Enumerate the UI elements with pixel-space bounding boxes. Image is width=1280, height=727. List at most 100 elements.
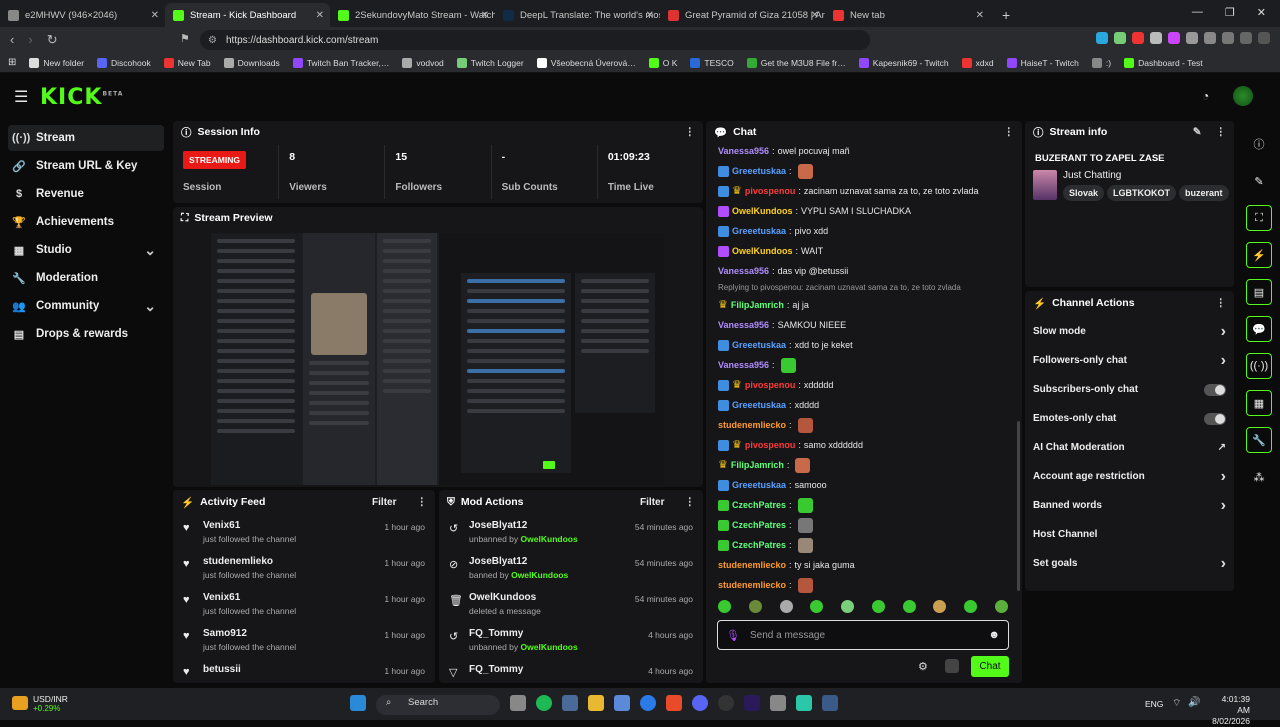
chat-send-button[interactable]: Chat xyxy=(971,656,1009,677)
browser-tab[interactable]: 2SekundovyMato Stream - Watch Li…✕ xyxy=(330,3,495,27)
explorer-icon[interactable] xyxy=(588,695,604,711)
more-menu-icon[interactable]: ⋮ xyxy=(1216,126,1227,138)
extension-icon[interactable] xyxy=(1150,32,1162,44)
chat-username[interactable]: studenemliecko xyxy=(718,415,786,435)
channel-action-slow-mode[interactable]: Slow mode › xyxy=(1025,317,1234,346)
stream-tag[interactable]: buzerant xyxy=(1179,185,1229,201)
layout-icon[interactable]: ▦ xyxy=(1246,390,1272,416)
bookmark-item[interactable]: :) xyxy=(1091,57,1111,68)
chat-tools-icon[interactable] xyxy=(945,659,959,673)
edit-icon[interactable]: ✎ xyxy=(1246,168,1272,194)
activity-username[interactable]: Venix61 xyxy=(203,520,376,531)
chat-username[interactable]: Vanessa956 xyxy=(718,315,769,335)
tab-close-icon[interactable]: ✕ xyxy=(481,10,489,21)
more-menu-icon[interactable]: ⋮ xyxy=(1004,126,1015,138)
chat-username[interactable]: CzechPatres xyxy=(732,495,786,515)
sidebar-item-achievements[interactable]: 🏆 Achievements xyxy=(8,209,164,235)
site-info-icon[interactable]: ⚙ xyxy=(208,35,217,46)
minimize-icon[interactable]: — xyxy=(1192,6,1203,19)
chat-username[interactable]: studenemliecko xyxy=(718,575,786,595)
document-icon[interactable]: ▤ xyxy=(1246,279,1272,305)
url-field[interactable]: ⚙ https://dashboard.kick.com/stream xyxy=(200,30,870,50)
chat-username[interactable]: CzechPatres xyxy=(732,515,786,535)
sidebar-item-drops-rewards[interactable]: ▤ Drops & rewards xyxy=(8,321,164,347)
sidebar-item-revenue[interactable]: $ Revenue xyxy=(8,181,164,207)
more-menu-icon[interactable]: ⋮ xyxy=(685,126,696,138)
forward-icon[interactable]: › xyxy=(28,32,32,48)
channel-action-subscribers-only-chat[interactable]: Subscribers-only chat xyxy=(1025,375,1234,404)
extension-icon[interactable] xyxy=(1186,32,1198,44)
bookmark-item[interactable]: O K xyxy=(648,57,677,68)
broadcast-icon[interactable]: ((·)) xyxy=(1246,353,1272,379)
tab-close-icon[interactable]: ✕ xyxy=(316,10,324,21)
chat-message-input[interactable]: Send a message xyxy=(750,630,825,641)
more-menu-icon[interactable]: ⋮ xyxy=(417,496,428,508)
emote-icon[interactable] xyxy=(871,600,885,613)
premiere-icon[interactable] xyxy=(744,695,760,711)
extension-icon[interactable] xyxy=(1096,32,1108,44)
microphone-icon[interactable]: 🎙 xyxy=(726,629,740,642)
channel-action-followers-only-chat[interactable]: Followers-only chat › xyxy=(1025,346,1234,375)
taskview-icon[interactable] xyxy=(510,695,526,711)
more-menu-icon[interactable]: ⋮ xyxy=(1216,297,1227,309)
sidebar-item-stream[interactable]: ((·)) Stream xyxy=(8,125,164,151)
profile-icon[interactable] xyxy=(1240,32,1252,44)
wrench-icon[interactable]: 🔧 xyxy=(1246,427,1272,453)
browser-menu-icon[interactable] xyxy=(1258,32,1270,44)
tab-close-icon[interactable]: ✕ xyxy=(151,10,159,21)
app-icon[interactable] xyxy=(770,695,786,711)
emote-icon[interactable] xyxy=(964,600,978,613)
wifi-icon[interactable]: ⌔ xyxy=(1172,697,1181,710)
emoji-picker-icon[interactable]: ☻ xyxy=(988,629,1000,641)
browser-tab[interactable]: DeepL Translate: The world's most ac…✕ xyxy=(495,3,660,27)
steam-icon[interactable] xyxy=(562,695,578,711)
emote-icon[interactable] xyxy=(810,600,824,613)
chat-icon[interactable]: 💬 xyxy=(1246,316,1272,342)
app-icon[interactable] xyxy=(796,695,812,711)
reload-icon[interactable]: ↻ xyxy=(47,32,58,48)
activity-username[interactable]: Venix61 xyxy=(203,592,376,603)
discord-icon[interactable] xyxy=(692,695,708,711)
bookmark-item[interactable]: TESCO xyxy=(690,57,734,68)
clock-date[interactable]: 8/02/2026 xyxy=(1208,716,1250,727)
chevron-down-icon[interactable]: ⌄ xyxy=(144,298,156,315)
tab-close-icon[interactable]: ✕ xyxy=(646,10,654,21)
emote-icon[interactable] xyxy=(841,600,855,613)
bookmark-item[interactable]: Twitch Logger xyxy=(456,57,524,68)
toggle-switch[interactable] xyxy=(1204,383,1226,396)
chat-username[interactable]: FilipJamrich xyxy=(731,455,784,475)
chat-username[interactable]: OwelKundoos xyxy=(732,241,793,261)
spotify-icon[interactable] xyxy=(536,695,552,711)
new-tab-icon[interactable]: + xyxy=(1002,7,1010,23)
mod-target-username[interactable]: FQ_Tommy xyxy=(469,664,640,675)
chat-username[interactable]: FilipJamrich xyxy=(731,295,784,315)
avatar[interactable] xyxy=(1233,86,1253,106)
notifications-icon[interactable]: ◔ xyxy=(1202,89,1209,103)
category-thumbnail[interactable] xyxy=(1033,170,1057,200)
emote-icon[interactable] xyxy=(933,600,947,613)
chat-input-box[interactable]: 🎙 Send a message ☻ xyxy=(717,620,1009,650)
brave-icon[interactable] xyxy=(666,695,682,711)
mod-target-username[interactable]: FQ_Tommy xyxy=(469,628,640,639)
chat-username[interactable]: Greeetuskaa xyxy=(732,395,786,415)
filter-button[interactable]: Filter xyxy=(372,497,396,508)
hamburger-menu-icon[interactable]: ☰ xyxy=(14,87,28,107)
chat-username[interactable]: Vanessa956 xyxy=(718,141,769,161)
kick-logo[interactable]: KICKBETA xyxy=(40,85,123,110)
sidebar-item-stream-url-key[interactable]: 🔗 Stream URL & Key xyxy=(8,153,164,179)
apps-icon[interactable]: ⊞ xyxy=(8,57,16,68)
activity-username[interactable]: Samo912 xyxy=(203,628,376,639)
bookmark-item[interactable]: Všeobecná Úverová… xyxy=(536,57,636,68)
browser-tab[interactable]: Great Pyramid of Giza 21058 | Archit…✕ xyxy=(660,3,825,27)
emote-icon[interactable] xyxy=(994,600,1008,613)
channel-action-banned-words[interactable]: Banned words › xyxy=(1025,491,1234,520)
emote-icon[interactable] xyxy=(718,600,731,613)
stream-tag[interactable]: LGBTKOKOT xyxy=(1107,185,1177,201)
close-window-icon[interactable]: ✕ xyxy=(1257,6,1266,19)
sidebar-item-moderation[interactable]: 🔧 Moderation xyxy=(8,265,164,291)
browser-tab[interactable]: New tab ✕ xyxy=(825,3,990,27)
sidebar-item-studio[interactable]: ▦ Studio ⌄ xyxy=(8,237,164,263)
emote-icon[interactable] xyxy=(748,600,762,613)
chat-username[interactable]: Greeetuskaa xyxy=(732,475,786,495)
tab-close-icon[interactable]: ✕ xyxy=(976,10,984,21)
